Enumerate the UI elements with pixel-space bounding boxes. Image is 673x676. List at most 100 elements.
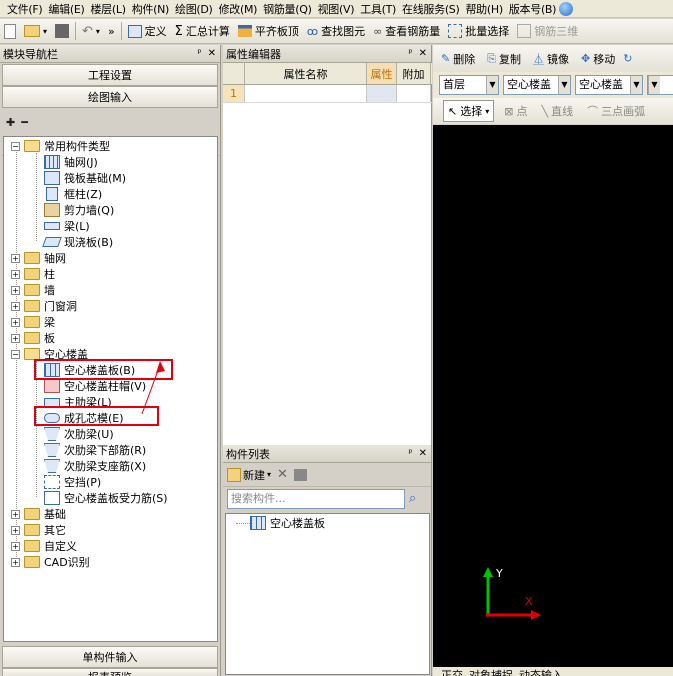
- new-file-button[interactable]: [0, 20, 20, 42]
- new-component-button[interactable]: 新建 ▾: [227, 467, 271, 483]
- tree-item-door-window[interactable]: + 门窗洞: [11, 298, 77, 314]
- clist-title: 构件列表: [226, 447, 270, 461]
- prop-grid-row[interactable]: 1: [223, 85, 432, 103]
- floor-selector-bar: 首层 ▼ 空心楼盖 ▼ 空心楼盖 ▼ ▼: [433, 72, 673, 98]
- expand-icon: +: [11, 285, 20, 295]
- point-tool-button[interactable]: ⊠ 点: [500, 100, 531, 122]
- pin-icon[interactable]: ᵖ: [197, 48, 201, 59]
- save-button[interactable]: [51, 20, 73, 42]
- collapse-all-icon[interactable]: ━: [21, 116, 28, 129]
- delete-icon[interactable]: ✕: [277, 467, 288, 482]
- find-element-button[interactable]: ꝏ 查找图元: [303, 20, 369, 42]
- tree-item-column[interactable]: + 柱: [11, 266, 55, 282]
- batch-select-button[interactable]: 批量选择: [444, 20, 513, 42]
- rebar-3d-button[interactable]: 钢筋三维: [513, 20, 582, 42]
- expand-all-icon[interactable]: ✚: [6, 116, 15, 129]
- component-search-input[interactable]: 搜索构件...: [227, 489, 405, 509]
- open-button[interactable]: ▾: [20, 20, 51, 42]
- drawing-canvas[interactable]: Y X: [433, 125, 673, 667]
- menu-online[interactable]: 在线服务(S): [399, 1, 462, 17]
- rib-support-rebar-icon: [44, 459, 60, 473]
- line-tool-button[interactable]: ╲ 直线: [537, 100, 577, 122]
- snap-toggle[interactable]: 对象捕捉: [469, 667, 513, 676]
- x-axis-arrow: [531, 610, 541, 620]
- dynamic-input-toggle[interactable]: 动态输入: [519, 667, 563, 676]
- extra-select[interactable]: ▼: [647, 75, 673, 95]
- x-axis-label: X: [525, 595, 533, 608]
- single-component-input-button[interactable]: 单构件输入: [2, 646, 218, 668]
- tree-item-axis[interactable]: + 轴网: [11, 250, 66, 266]
- expand-icon: +: [11, 525, 20, 535]
- menu-component[interactable]: 构件(N): [129, 1, 172, 17]
- tree-item-raft-foundation[interactable]: 筏板基础(M): [44, 170, 126, 186]
- menu-rebar[interactable]: 钢筋量(Q): [260, 1, 314, 17]
- list-item-hollow-slab[interactable]: 空心楼盖板: [250, 515, 325, 531]
- tree-item-custom[interactable]: + 自定义: [11, 538, 77, 554]
- select-tool-button[interactable]: ↖ 选择 ▾: [443, 100, 495, 122]
- arc-tool-button[interactable]: ⌒ 三点画弧: [583, 100, 649, 122]
- menu-tools[interactable]: 工具(T): [357, 1, 399, 17]
- sum-calc-label: 汇总计算: [185, 25, 230, 38]
- menu-edit[interactable]: 编辑(E): [45, 1, 87, 17]
- tree-item-blank-gap[interactable]: 空挡(P): [44, 474, 101, 490]
- drawing-input-button[interactable]: 绘图输入: [2, 86, 218, 108]
- tree-item-slab-stress-rebar[interactable]: 空心楼盖板受力筋(S): [44, 490, 168, 506]
- tree-item-column-cap[interactable]: 空心楼盖柱帽(V): [44, 378, 146, 394]
- shear-wall-icon: [44, 203, 60, 217]
- tree-item-secondary-rib-beam[interactable]: 次肋梁(U): [44, 426, 114, 442]
- component-select[interactable]: 空心楼盖 ▼: [575, 75, 643, 95]
- tree-item-frame-column[interactable]: 框柱(Z): [44, 186, 102, 202]
- raft-foundation-icon: [44, 171, 60, 185]
- copy-icon[interactable]: [293, 468, 307, 481]
- prop-value-cell[interactable]: [367, 85, 397, 102]
- menu-view[interactable]: 视图(V): [315, 1, 358, 17]
- tree-item-axis-grid[interactable]: 轴网(J): [44, 154, 98, 170]
- tree-item-beam-group[interactable]: + 梁: [11, 314, 55, 330]
- delete-button[interactable]: ✎ 删除: [437, 48, 479, 70]
- tree-item-wall[interactable]: + 墙: [11, 282, 55, 298]
- prop-name-cell[interactable]: [245, 85, 367, 102]
- tree-item-rib-support-rebar[interactable]: 次肋梁支座筋(X): [44, 458, 146, 474]
- tree-item-other[interactable]: + 其它: [11, 522, 66, 538]
- category-select[interactable]: 空心楼盖 ▼: [503, 75, 571, 95]
- ortho-toggle[interactable]: 正交: [441, 667, 463, 676]
- menu-floor[interactable]: 楼层(L): [87, 1, 128, 17]
- open-folder-icon: [24, 25, 40, 37]
- close-icon[interactable]: ✕: [419, 48, 427, 59]
- expand-icon: +: [11, 557, 20, 567]
- tree-item-beam[interactable]: 梁(L): [44, 218, 90, 234]
- copy-button[interactable]: ⎘ 复制: [483, 48, 525, 70]
- tree-item-foundation[interactable]: + 基础: [11, 506, 66, 522]
- menu-version[interactable]: 版本号(B): [506, 1, 559, 17]
- search-icon[interactable]: ⌕: [409, 491, 416, 506]
- undo-button[interactable]: ↶ ▾: [78, 20, 104, 42]
- toolbar-overflow-button[interactable]: »: [104, 20, 119, 42]
- menu-draw[interactable]: 绘图(D): [172, 1, 216, 17]
- tree-item-cast-slab[interactable]: 现浇板(B): [42, 234, 113, 250]
- view-rebar-button[interactable]: ∞ 查看钢筋量: [369, 20, 444, 42]
- pin-icon[interactable]: ᵖ: [408, 448, 412, 459]
- sum-calc-button[interactable]: Σ 汇总计算: [171, 20, 234, 42]
- tree-item-shear-wall[interactable]: 剪力墙(Q): [44, 202, 114, 218]
- tree-item-common-types[interactable]: − 常用构件类型: [11, 138, 110, 154]
- define-button[interactable]: 定义: [124, 20, 171, 42]
- menu-help[interactable]: 帮助(H): [462, 1, 505, 17]
- move-button[interactable]: ✥ 移动: [577, 48, 619, 70]
- globe-icon[interactable]: [559, 1, 574, 16]
- mirror-button[interactable]: ⏅ 镜像: [529, 48, 573, 70]
- rotate-icon[interactable]: ↻: [623, 52, 632, 65]
- flat-slab-top-button[interactable]: 平齐板顶: [234, 20, 303, 42]
- report-preview-button[interactable]: 报表预览: [2, 668, 218, 676]
- project-settings-button[interactable]: 工程设置: [2, 64, 218, 86]
- prop-extra-cell[interactable]: [397, 85, 431, 102]
- tree-item-rib-bottom-rebar[interactable]: 次肋梁下部筋(R): [44, 442, 146, 458]
- floor-select[interactable]: 首层 ▼: [439, 75, 499, 95]
- close-icon[interactable]: ✕: [208, 48, 216, 59]
- pin-icon[interactable]: ᵖ: [408, 48, 412, 59]
- close-icon[interactable]: ✕: [419, 448, 427, 459]
- tree-item-cad[interactable]: + CAD识别: [11, 554, 90, 570]
- menu-modify[interactable]: 修改(M): [216, 1, 261, 17]
- tree-item-slab[interactable]: + 板: [11, 330, 55, 346]
- menu-file[interactable]: 文件(F): [4, 1, 45, 17]
- column-cap-icon: [44, 379, 60, 393]
